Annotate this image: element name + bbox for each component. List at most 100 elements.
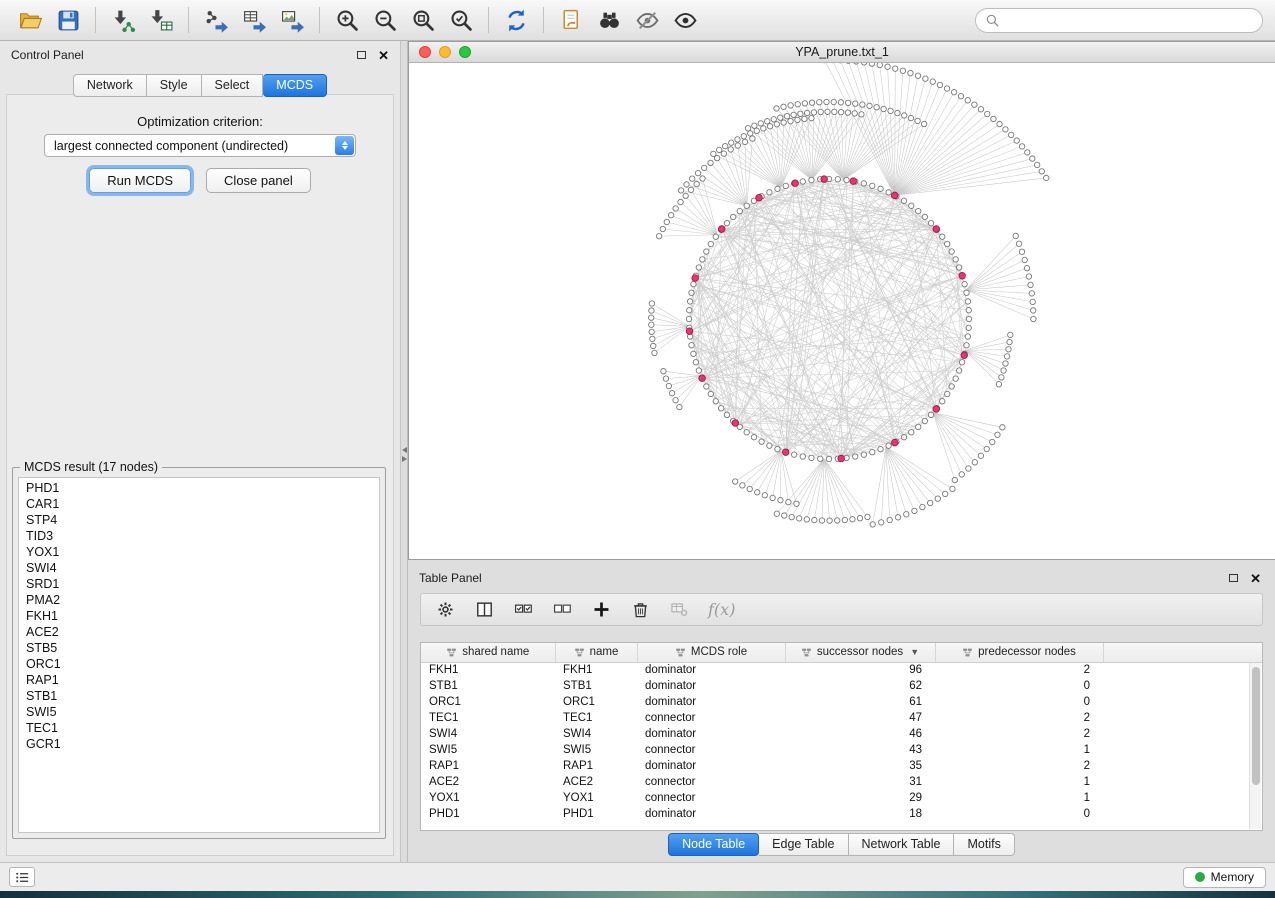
result-node-item[interactable]: GCR1 bbox=[19, 736, 379, 752]
dropdown-stepper-icon[interactable] bbox=[335, 136, 354, 155]
optimization-criterion-dropdown[interactable]: largest connected component (undirected) bbox=[44, 134, 356, 157]
splitter-collapse-icons[interactable] bbox=[402, 447, 407, 462]
result-node-item[interactable]: SWI5 bbox=[19, 704, 379, 720]
result-node-item[interactable]: CAR1 bbox=[19, 496, 379, 512]
column-header-name[interactable]: name bbox=[555, 643, 637, 662]
table-row[interactable]: ORC1ORC1dominator610 bbox=[421, 694, 1262, 710]
columns-button[interactable] bbox=[472, 598, 496, 622]
result-node-item[interactable]: ACE2 bbox=[19, 624, 379, 640]
table-scrollbar-thumb[interactable] bbox=[1252, 667, 1260, 785]
control-panel-header: Control Panel ✕ bbox=[0, 41, 400, 69]
panel-splitter[interactable] bbox=[400, 41, 408, 862]
table-row[interactable]: TEC1TEC1connector472 bbox=[421, 710, 1262, 726]
table-panel-title: Table Panel bbox=[419, 571, 482, 585]
column-header-successor-nodes[interactable]: successor nodes▼ bbox=[785, 643, 935, 662]
show-all-button[interactable] bbox=[667, 4, 703, 36]
tab-mcds[interactable]: MCDS bbox=[263, 74, 327, 97]
hide-unselected-button[interactable] bbox=[629, 4, 665, 36]
select-all-rows-button[interactable] bbox=[511, 598, 535, 622]
run-mcds-button[interactable]: Run MCDS bbox=[89, 168, 191, 193]
tab-motifs[interactable]: Motifs bbox=[954, 833, 1014, 856]
add-row-button[interactable] bbox=[589, 598, 613, 622]
copy-network-button[interactable] bbox=[553, 4, 589, 36]
table-scrollbar[interactable] bbox=[1249, 663, 1261, 829]
table-row[interactable]: SWI4SWI4dominator462 bbox=[421, 726, 1262, 742]
zoom-out-button[interactable] bbox=[367, 4, 403, 36]
function-builder-label[interactable]: f(x) bbox=[708, 600, 735, 619]
toolbar-icons bbox=[12, 4, 703, 36]
status-menu-button[interactable] bbox=[9, 867, 35, 887]
export-table-button[interactable] bbox=[236, 4, 272, 36]
search-field[interactable] bbox=[975, 8, 1263, 33]
close-panel-button[interactable]: Close panel bbox=[206, 168, 311, 193]
save-session-button[interactable] bbox=[50, 4, 86, 36]
clear-table-button[interactable] bbox=[667, 598, 691, 622]
search-input[interactable] bbox=[1005, 12, 1253, 28]
import-network-button[interactable] bbox=[105, 4, 141, 36]
float-table-panel-icon[interactable] bbox=[1229, 574, 1238, 582]
result-node-item[interactable]: FKH1 bbox=[19, 608, 379, 624]
settings-button[interactable] bbox=[433, 598, 457, 622]
float-panel-icon[interactable] bbox=[357, 51, 366, 59]
export-network-button[interactable] bbox=[198, 4, 234, 36]
mcds-buttons: Run MCDS Close panel bbox=[0, 168, 400, 193]
network-window-title: YPA_prune.txt_1 bbox=[795, 45, 889, 59]
network-window-titlebar[interactable]: YPA_prune.txt_1 bbox=[409, 42, 1275, 63]
table-row[interactable]: ACE2ACE2connector311 bbox=[421, 774, 1262, 790]
column-header-shared-name[interactable]: shared name bbox=[421, 643, 555, 662]
memory-button[interactable]: Memory bbox=[1183, 867, 1266, 888]
refresh-button[interactable] bbox=[498, 4, 534, 36]
network-graph[interactable] bbox=[409, 63, 1274, 559]
export-image-button[interactable] bbox=[274, 4, 310, 36]
result-node-item[interactable]: TEC1 bbox=[19, 720, 379, 736]
window-zoom-icon[interactable] bbox=[459, 46, 471, 58]
column-header-predecessor-nodes[interactable]: predecessor nodes bbox=[935, 643, 1103, 662]
result-node-item[interactable]: TID3 bbox=[19, 528, 379, 544]
close-table-panel-icon[interactable]: ✕ bbox=[1250, 572, 1261, 585]
table-row[interactable]: RAP1RAP1dominator352 bbox=[421, 758, 1262, 774]
result-node-item[interactable]: STB1 bbox=[19, 688, 379, 704]
table-row[interactable]: YOX1YOX1connector291 bbox=[421, 790, 1262, 806]
result-node-item[interactable]: SRD1 bbox=[19, 576, 379, 592]
network-canvas[interactable] bbox=[409, 63, 1275, 559]
open-file-button[interactable] bbox=[12, 4, 48, 36]
result-node-item[interactable]: STP4 bbox=[19, 512, 379, 528]
memory-label: Memory bbox=[1211, 870, 1254, 884]
result-node-item[interactable]: ORC1 bbox=[19, 656, 379, 672]
table-panel-tabs: Node TableEdge TableNetwork TableMotifs bbox=[408, 833, 1275, 856]
tab-edge-table[interactable]: Edge Table bbox=[759, 833, 848, 856]
tab-network[interactable]: Network bbox=[73, 74, 147, 97]
find-icon bbox=[597, 8, 622, 33]
mcds-result-list[interactable]: PHD1CAR1STP4TID3YOX1SWI4SRD1PMA2FKH1ACE2… bbox=[18, 477, 380, 833]
table-row[interactable]: FKH1FKH1dominator962 bbox=[421, 662, 1262, 678]
import-table-button[interactable] bbox=[143, 4, 179, 36]
import-network-icon bbox=[111, 8, 136, 33]
zoom-selected-button[interactable] bbox=[443, 4, 479, 36]
status-bar: Memory bbox=[0, 862, 1275, 891]
zoom-fit-button[interactable] bbox=[405, 4, 441, 36]
main-area: Control Panel ✕ NetworkStyleSelectMCDS O… bbox=[0, 41, 1275, 862]
result-node-item[interactable]: PHD1 bbox=[19, 480, 379, 496]
zoom-in-button[interactable] bbox=[329, 4, 365, 36]
open-file-icon bbox=[18, 8, 43, 33]
table-row[interactable]: STB1STB1dominator620 bbox=[421, 678, 1262, 694]
close-panel-icon[interactable]: ✕ bbox=[378, 49, 389, 62]
tab-network-table[interactable]: Network Table bbox=[849, 833, 955, 856]
window-close-icon[interactable] bbox=[419, 46, 431, 58]
deselect-all-rows-button[interactable] bbox=[550, 598, 574, 622]
delete-rows-button[interactable] bbox=[628, 598, 652, 622]
tab-node-table[interactable]: Node Table bbox=[668, 833, 759, 856]
tab-select[interactable]: Select bbox=[202, 74, 264, 97]
tab-style[interactable]: Style bbox=[147, 74, 202, 97]
result-node-item[interactable]: PMA2 bbox=[19, 592, 379, 608]
node-table-container: shared namenameMCDS rolesuccessor nodes▼… bbox=[420, 642, 1263, 831]
table-row[interactable]: PHD1PHD1dominator180 bbox=[421, 806, 1262, 822]
find-button[interactable] bbox=[591, 4, 627, 36]
result-node-item[interactable]: SWI4 bbox=[19, 560, 379, 576]
column-header-MCDS-role[interactable]: MCDS role bbox=[637, 643, 785, 662]
result-node-item[interactable]: STB5 bbox=[19, 640, 379, 656]
result-node-item[interactable]: RAP1 bbox=[19, 672, 379, 688]
result-node-item[interactable]: YOX1 bbox=[19, 544, 379, 560]
window-minimize-icon[interactable] bbox=[439, 46, 451, 58]
table-row[interactable]: SWI5SWI5connector431 bbox=[421, 742, 1262, 758]
